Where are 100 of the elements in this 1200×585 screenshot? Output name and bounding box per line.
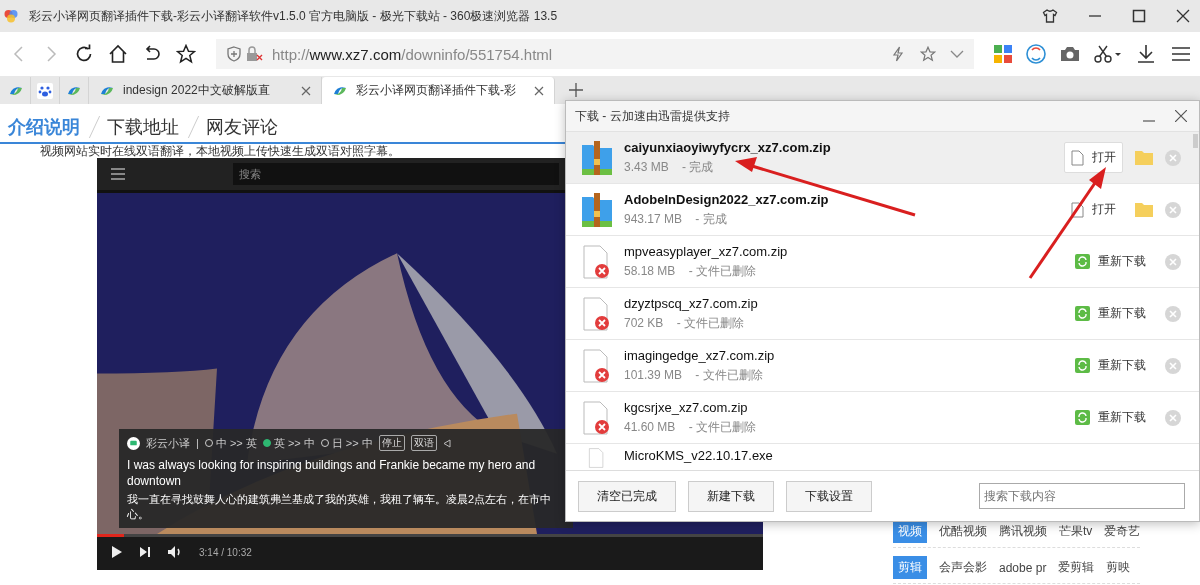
reload-icon[interactable] <box>74 44 94 64</box>
document-icon <box>1071 201 1084 218</box>
refresh-icon <box>1075 410 1090 425</box>
redownload-button[interactable]: 重新下载 <box>1068 246 1153 277</box>
browser-tab[interactable]: 彩云小译网页翻译插件下载-彩 <box>322 77 555 104</box>
redownload-button[interactable]: 重新下载 <box>1068 350 1153 381</box>
open-file-button[interactable]: 打开 <box>1064 194 1123 225</box>
download-item[interactable]: caiyunxiaoyiwyfycrx_xz7.com.zip 3.43 MB - 完成 打开 <box>566 132 1199 184</box>
archive-file-icon <box>582 192 612 227</box>
shirt-icon[interactable] <box>1042 8 1058 24</box>
page-tab[interactable]: 下载地址 <box>107 115 189 139</box>
chevron-down-icon[interactable] <box>950 49 964 59</box>
close-icon[interactable] <box>1175 110 1187 122</box>
sync-circle-icon[interactable] <box>1026 44 1046 64</box>
dialog-button[interactable]: 下载设置 <box>786 480 872 512</box>
deleted-file-icon <box>582 400 612 435</box>
home-icon[interactable] <box>108 44 128 64</box>
file-name: MicroKMS_v22.10.17.exe <box>624 448 773 463</box>
file-status: 101.39 MB - 文件已删除 <box>624 366 764 384</box>
software-link[interactable]: 爱奇艺 <box>1104 523 1141 540</box>
search-field[interactable]: 搜索下载内容 <box>979 483 1185 509</box>
file-name: caiyunxiaoyiwyfycrx_xz7.com.zip <box>624 139 831 155</box>
collapse-left-icon[interactable] <box>442 438 451 448</box>
file-status: 702 KB - 文件已删除 <box>624 314 746 332</box>
file-name: AdobeInDesign2022_xz7.com.zip <box>624 191 829 207</box>
app-grid-icon[interactable] <box>994 45 1012 63</box>
software-link[interactable]: 剪映 <box>1106 559 1131 576</box>
download-item[interactable]: imagingedge_xz7.com.zip 101.39 MB - 文件已删除 重新下载 <box>566 340 1199 392</box>
file-status: 3.43 MB - 完成 <box>624 158 715 176</box>
software-link[interactable]: 会声会影 <box>939 559 987 576</box>
star-icon[interactable] <box>920 46 936 62</box>
software-link[interactable]: adobe pr <box>999 560 1047 575</box>
language-mode-radio[interactable]: 中 >> 英 <box>204 435 257 451</box>
dialog-button[interactable]: 清空已完成 <box>578 480 676 512</box>
insecure-lock-icon <box>246 46 264 62</box>
file-name: imagingedge_xz7.com.zip <box>624 347 775 363</box>
software-link[interactable]: 爱剪辑 <box>1058 559 1095 576</box>
subtitle-option-button[interactable]: 停止 <box>378 435 405 451</box>
dialog-button[interactable]: 新建下载 <box>688 480 774 512</box>
redownload-button[interactable]: 重新下载 <box>1068 298 1153 329</box>
intro-text: 视频网站实时在线双语翻译，本地视频上传快速生成双语对照字幕。 <box>40 144 400 158</box>
play-icon[interactable] <box>111 545 123 559</box>
redownload-button[interactable]: 重新下载 <box>1068 402 1153 433</box>
paw-icon <box>37 82 53 99</box>
page-tab[interactable]: 介绍说明 <box>8 115 90 139</box>
skip-next-icon[interactable] <box>139 546 151 558</box>
app-name: 彩云小译 <box>146 435 190 451</box>
scissors-icon[interactable] <box>1094 45 1122 63</box>
deleted-file-icon <box>582 244 612 279</box>
menu-icon[interactable] <box>111 168 125 180</box>
open-file-button[interactable]: 打开 <box>1064 142 1123 173</box>
file-status: 41.60 MB - 文件已删除 <box>624 418 757 436</box>
file-name: dzyztpscq_xz7.com.zip <box>624 295 758 311</box>
download-item[interactable]: dzyztpscq_xz7.com.zip 702 KB - 文件已删除 重新下载 <box>566 288 1199 340</box>
download-item[interactable]: MicroKMS_v22.10.17.exe <box>566 444 1199 470</box>
new-tab-icon[interactable] <box>569 83 583 97</box>
software-link[interactable]: 优酷视频 <box>939 523 987 540</box>
file-name: mpveasyplayer_xz7.com.zip <box>624 243 788 259</box>
refresh-icon <box>1075 254 1090 269</box>
search-field[interactable]: 搜索 <box>233 163 559 185</box>
menu-icon[interactable] <box>1170 45 1190 63</box>
file-name: kgcsrjxe_xz7.com.zip <box>624 399 749 415</box>
english-subtitle: I was always looking for inspiring buildings and Frankie became my hero and downtown <box>127 457 537 489</box>
close-icon[interactable] <box>301 85 311 96</box>
volume-icon[interactable] <box>167 545 183 559</box>
lightning-icon[interactable] <box>890 46 906 62</box>
file-status: 943.17 MB - 完成 <box>624 210 728 228</box>
scrollbar-thumb[interactable] <box>1193 134 1198 148</box>
page-tab[interactable]: 网友评论 <box>206 115 288 139</box>
language-mode-radio[interactable]: 英 >> 中 <box>262 435 315 451</box>
download-icon[interactable] <box>1136 44 1156 64</box>
language-mode-radio[interactable]: 日 >> 中 <box>320 435 373 451</box>
time-display: 3:14 / 10:32 <box>199 546 252 558</box>
maximize-icon[interactable] <box>1132 9 1146 23</box>
separator: | <box>196 437 199 449</box>
close-icon[interactable] <box>534 85 544 96</box>
chinese-subtitle: 我一直在寻找鼓舞人心的建筑弗兰基成了我的英雄，我租了辆车。凌晨2点左右，在市中心。 <box>127 492 553 522</box>
deleted-file-icon <box>582 296 612 331</box>
dialog-title: 下载 - 云加速由迅雷提供支持 <box>575 107 730 125</box>
close-icon[interactable] <box>1176 9 1190 23</box>
address-bar[interactable]: http://www.xz7.com/downinfo/551754.html <box>216 39 974 69</box>
camera-icon[interactable] <box>1060 45 1080 63</box>
category-tag: 视频 <box>893 520 927 543</box>
software-link[interactable]: 芒果tv <box>1059 523 1093 540</box>
tab-title: 彩云小译网页翻译插件下载-彩 <box>356 82 517 99</box>
browser-logo-icon <box>3 8 19 24</box>
download-item[interactable]: kgcsrjxe_xz7.com.zip 41.60 MB - 文件已删除 重新下载 <box>566 392 1199 444</box>
subtitle-option-button[interactable]: 双语 <box>410 435 437 451</box>
url-text: http://www.xz7.com/downinfo/551754.html <box>272 45 553 63</box>
software-link[interactable]: 腾讯视频 <box>999 523 1047 540</box>
shield-icon <box>226 46 242 62</box>
star-icon[interactable] <box>176 44 196 64</box>
deleted-file-icon <box>582 348 612 383</box>
document-icon <box>1071 149 1084 166</box>
archive-file-icon <box>582 140 612 175</box>
download-item[interactable]: AdobeInDesign2022_xz7.com.zip 943.17 MB - 完成 打开 <box>566 184 1199 236</box>
progress-track[interactable] <box>97 534 763 537</box>
tab-title: indesign 2022中文破解版直 <box>123 82 271 99</box>
chat-logo-icon <box>127 436 140 450</box>
download-item[interactable]: mpveasyplayer_xz7.com.zip 58.18 MB - 文件已删除 重新下载 <box>566 236 1199 288</box>
